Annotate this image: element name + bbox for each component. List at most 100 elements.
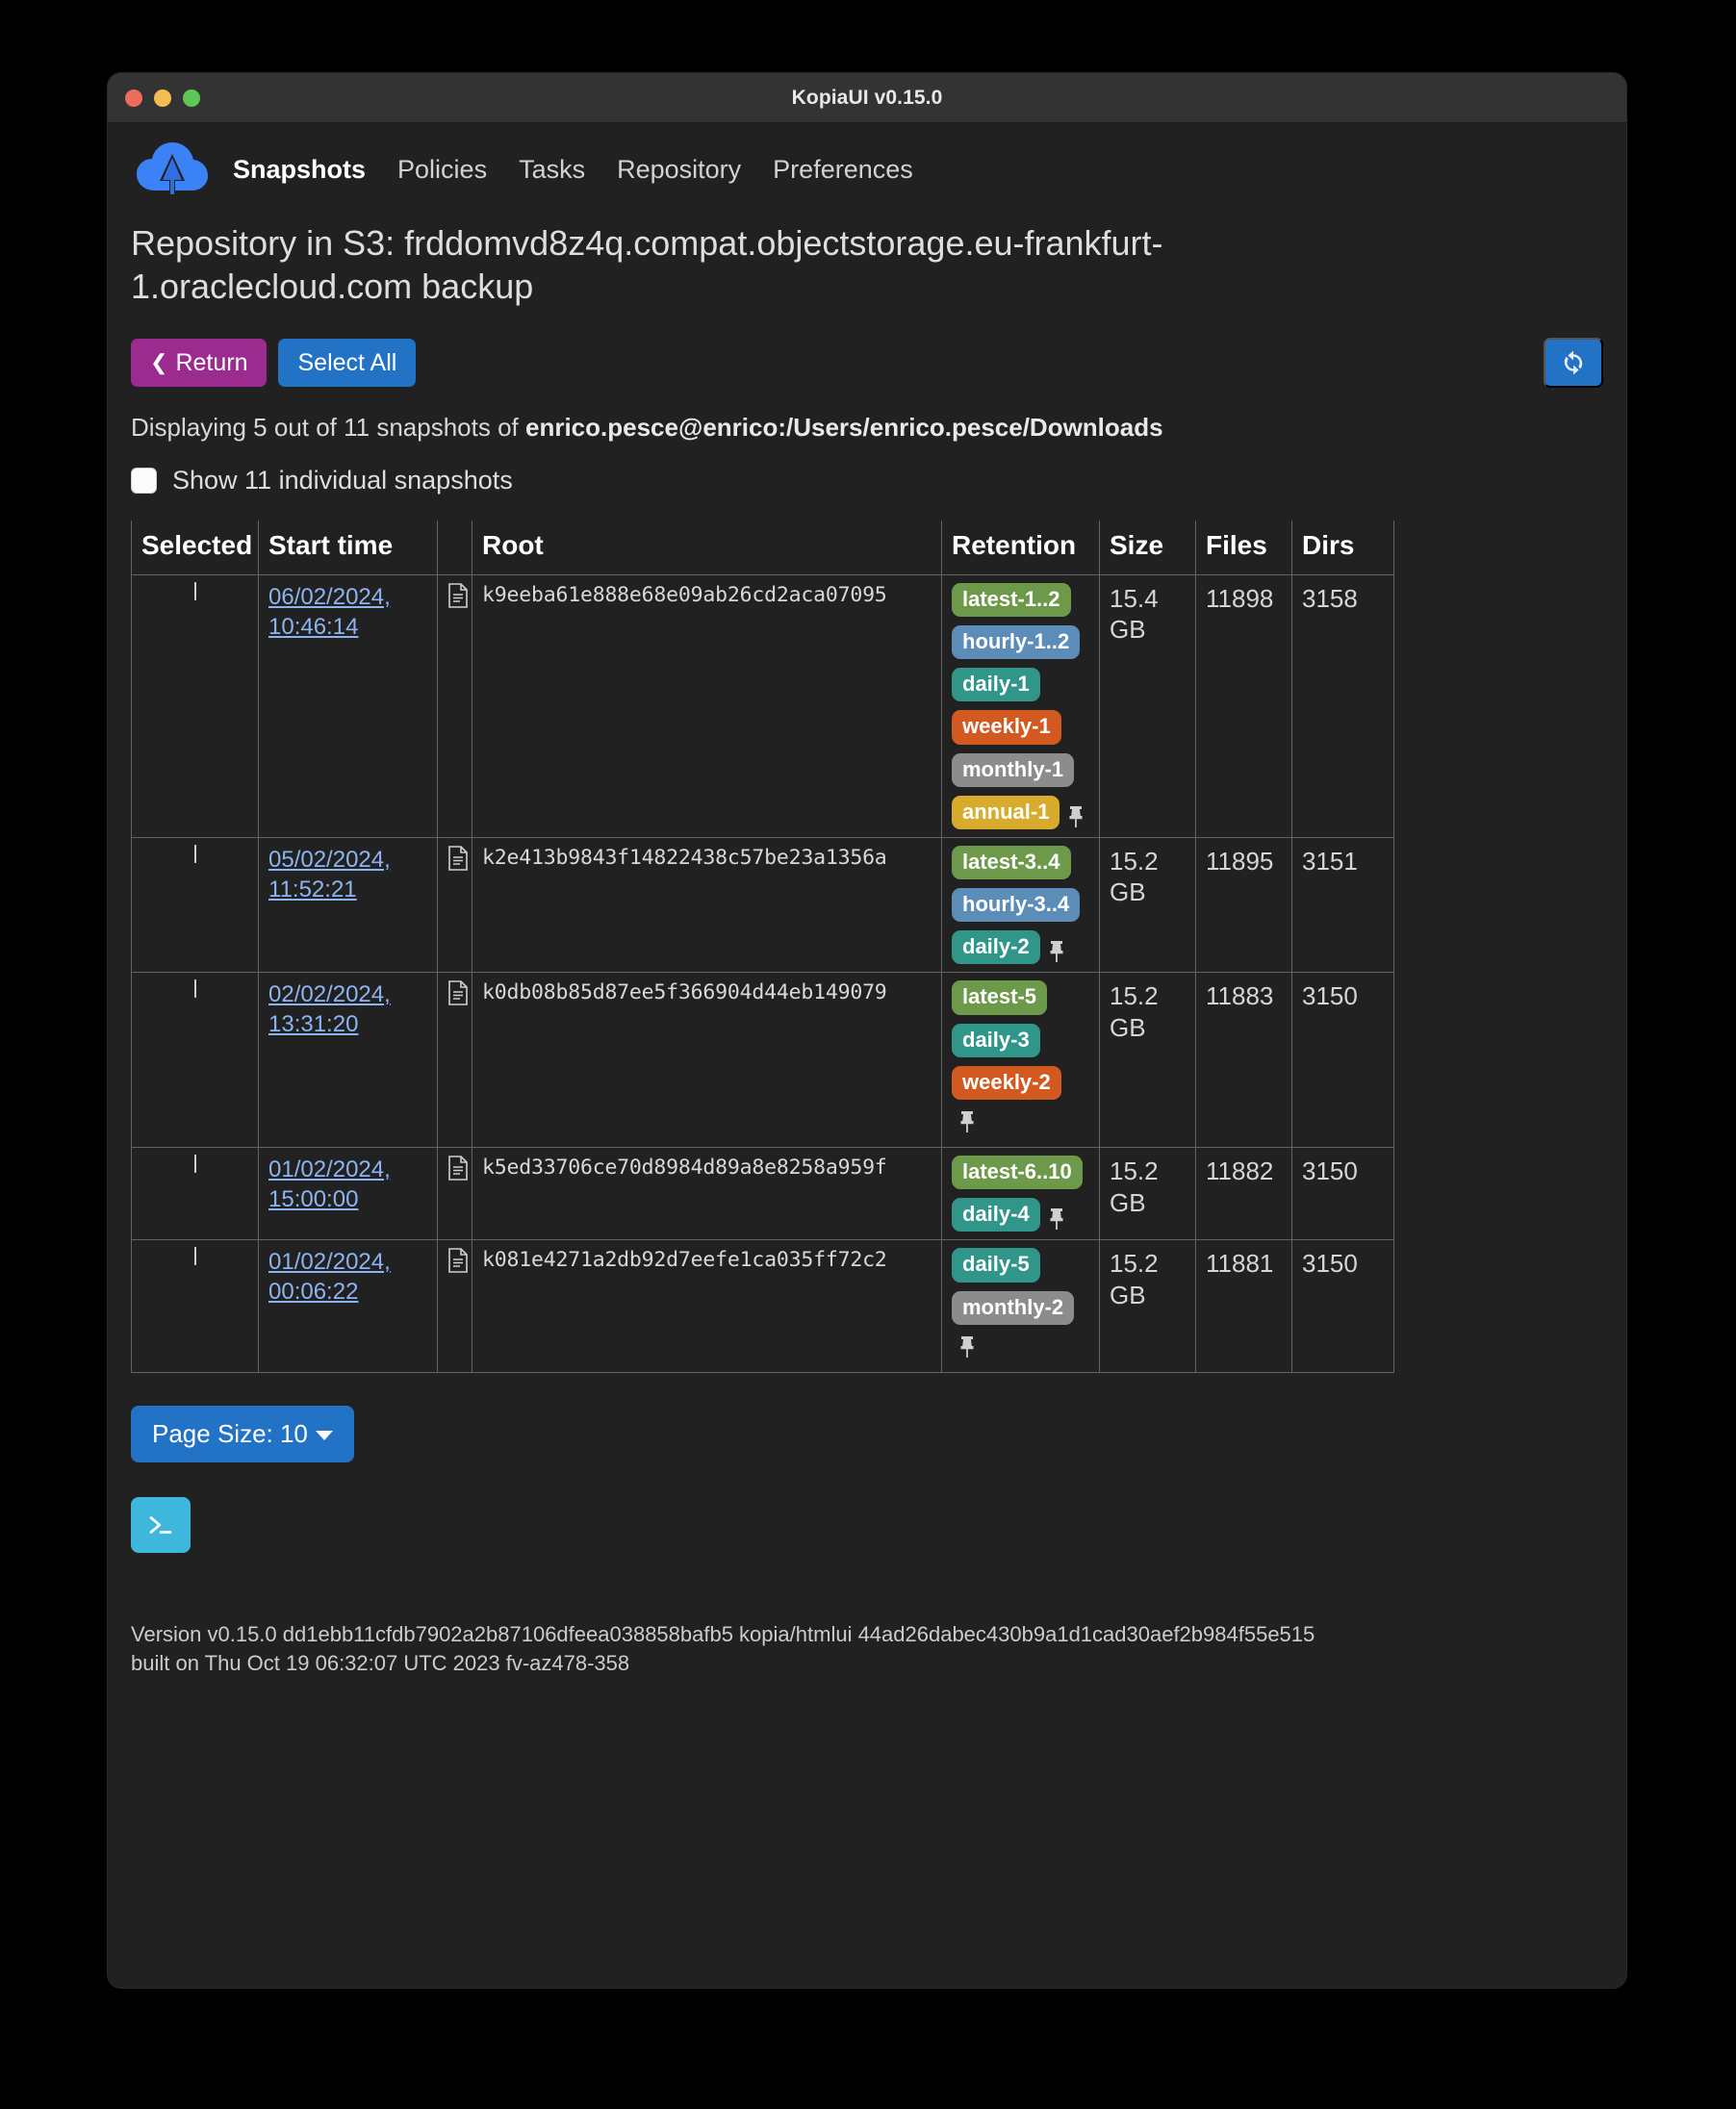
root-hash: k9eeba61e888e68e09ab26cd2aca07095 [482,582,887,607]
retention-badge-line: latest-1..2 [952,582,1071,617]
cell-retention: daily-5 monthly-2 [941,1239,1100,1373]
row-select-checkbox[interactable] [193,844,196,863]
table-row: 01/02/2024, 15:00:00 k5ed33706ce70d8984d8… [131,1147,1394,1241]
page-size-wrapper: Page Size: 10 [131,1405,1603,1462]
cell-files: 11883 [1195,972,1292,1149]
retention-badge-list: latest-5 daily-3 weekly-2 [952,980,1089,1139]
cell-selected [131,972,259,1149]
table-row: 02/02/2024, 13:31:20 k0db08b85d87ee5f3669… [131,972,1394,1149]
column-header-root[interactable]: Root [472,520,942,575]
retention-badge: latest-3..4 [952,845,1071,880]
document-icon [448,980,468,1006]
terminal-button[interactable] [131,1496,191,1553]
snapshots-table-head: Selected Start time Root Retention Size … [131,520,1394,575]
cell-selected [131,573,259,838]
cell-start-time: 01/02/2024, 00:06:22 [258,1239,438,1373]
cell-root-icon[interactable] [437,1147,472,1241]
cell-files-value: 11881 [1206,1249,1274,1279]
snapshots-table-wrapper: Selected Start time Root Retention Size … [131,520,1603,1373]
retention-badge: annual-1 [952,795,1060,829]
nav-item-repository[interactable]: Repository [617,155,741,185]
cell-size: 15.2 GB [1099,836,1196,974]
document-icon [448,846,468,871]
document-icon [448,1156,468,1181]
snapshot-time-link[interactable]: 06/02/2024, 10:46:14 [268,583,427,642]
cell-retention: latest-3..4 hourly-3..4 daily-2 [941,836,1100,974]
select-all-button[interactable]: Select All [278,339,417,387]
return-button-label: Return [175,349,248,376]
row-select-checkbox[interactable] [193,979,196,999]
cell-files-value: 11898 [1206,583,1274,613]
show-individual-snapshots-label: Show 11 individual snapshots [172,465,513,495]
app-content: Snapshots Policies Tasks Repository Pref… [108,123,1626,1988]
column-header-dirs[interactable]: Dirs [1291,520,1394,575]
nav-item-snapshots[interactable]: Snapshots [233,155,366,185]
retention-badge: daily-5 [952,1248,1040,1283]
window-title: KopiaUI v0.15.0 [791,86,943,109]
column-header-files[interactable]: Files [1195,520,1292,575]
snapshot-time-link[interactable]: 02/02/2024, 13:31:20 [268,980,427,1039]
retention-badge-list: daily-5 monthly-2 [952,1248,1089,1363]
cell-selected [131,1239,259,1373]
retention-badge: latest-1..2 [952,582,1071,617]
page-size-dropdown[interactable]: Page Size: 10 [131,1405,354,1462]
retention-badge-line: latest-3..4 [952,845,1071,880]
column-header-blank [437,520,472,575]
cell-root: k5ed33706ce70d8984d89a8e8258a959f [472,1147,942,1241]
show-individual-snapshots-row: Show 11 individual snapshots [131,466,1603,495]
cell-files-value: 11895 [1206,846,1274,876]
retention-badge-list: latest-3..4 hourly-3..4 daily-2 [952,845,1089,965]
cell-root-icon[interactable] [437,1239,472,1373]
show-individual-snapshots-checkbox[interactable] [131,467,157,494]
retention-badge: monthly-1 [952,752,1075,787]
snapshots-table-body: 06/02/2024, 10:46:14 k9eeba61e888e68e09ab… [131,573,1394,1373]
nav-item-preferences[interactable]: Preferences [773,155,913,185]
retention-badge: daily-2 [952,930,1040,965]
cell-dirs-value: 3150 [1302,1156,1358,1186]
refresh-button[interactable] [1544,338,1603,388]
nav-item-policies[interactable]: Policies [397,155,487,185]
row-select-checkbox[interactable] [193,581,196,600]
nav-item-tasks[interactable]: Tasks [519,155,585,185]
cell-files: 11898 [1195,573,1292,838]
cell-root: k9eeba61e888e68e09ab26cd2aca07095 [472,573,942,838]
retention-badge: latest-5 [952,980,1048,1015]
cell-root-icon[interactable] [437,573,472,838]
row-select-checkbox[interactable] [193,1247,196,1266]
window-titlebar: KopiaUI v0.15.0 [108,73,1626,123]
pin-icon [1050,1208,1063,1231]
cell-root-icon[interactable] [437,836,472,974]
cell-dirs: 3150 [1291,972,1394,1149]
column-header-retention[interactable]: Retention [941,520,1100,575]
snapshot-time-link[interactable]: 01/02/2024, 15:00:00 [268,1156,427,1214]
table-row: 01/02/2024, 00:06:22 k081e4271a2db92d7eef… [131,1239,1394,1373]
table-header-row: Selected Start time Root Retention Size … [131,520,1394,575]
column-header-start-time[interactable]: Start time [258,520,438,575]
kopia-cloud-logo-icon [135,140,210,198]
retention-badge-line: daily-2 [952,930,1066,965]
cell-start-time: 06/02/2024, 10:46:14 [258,573,438,838]
snapshot-time-link[interactable]: 05/02/2024, 11:52:21 [268,846,427,904]
root-hash: k0db08b85d87ee5f366904d44eb149079 [482,980,887,1005]
cell-dirs-value: 3150 [1302,981,1358,1011]
version-line-1: Version v0.15.0 dd1ebb11cfdb7902a2b87106… [131,1621,1315,1646]
cell-root-icon[interactable] [437,972,472,1149]
row-select-checkbox[interactable] [193,1155,196,1174]
main-navbar: Snapshots Policies Tasks Repository Pref… [131,123,1603,216]
cell-size-value: 15.2 GB [1110,1249,1159,1309]
column-header-selected[interactable]: Selected [131,520,259,575]
cell-start-time: 05/02/2024, 11:52:21 [258,836,438,974]
displaying-prefix: Displaying 5 out of 11 snapshots of [131,413,525,442]
cell-selected [131,1147,259,1241]
nav-links: Snapshots Policies Tasks Repository Pref… [233,155,913,185]
retention-badge-line: annual-1 [952,795,1085,829]
cell-size-value: 15.2 GB [1110,981,1159,1042]
retention-badge-list: latest-6..10 daily-4 [952,1156,1089,1232]
cell-retention: latest-6..10 daily-4 [941,1147,1100,1241]
action-button-row: ❮ Return Select All [131,338,1603,388]
return-button[interactable]: ❮ Return [131,339,268,387]
column-header-size[interactable]: Size [1099,520,1196,575]
snapshot-time-link[interactable]: 01/02/2024, 00:06:22 [268,1248,427,1307]
terminal-icon [149,1515,172,1534]
cell-dirs: 3150 [1291,1239,1394,1373]
